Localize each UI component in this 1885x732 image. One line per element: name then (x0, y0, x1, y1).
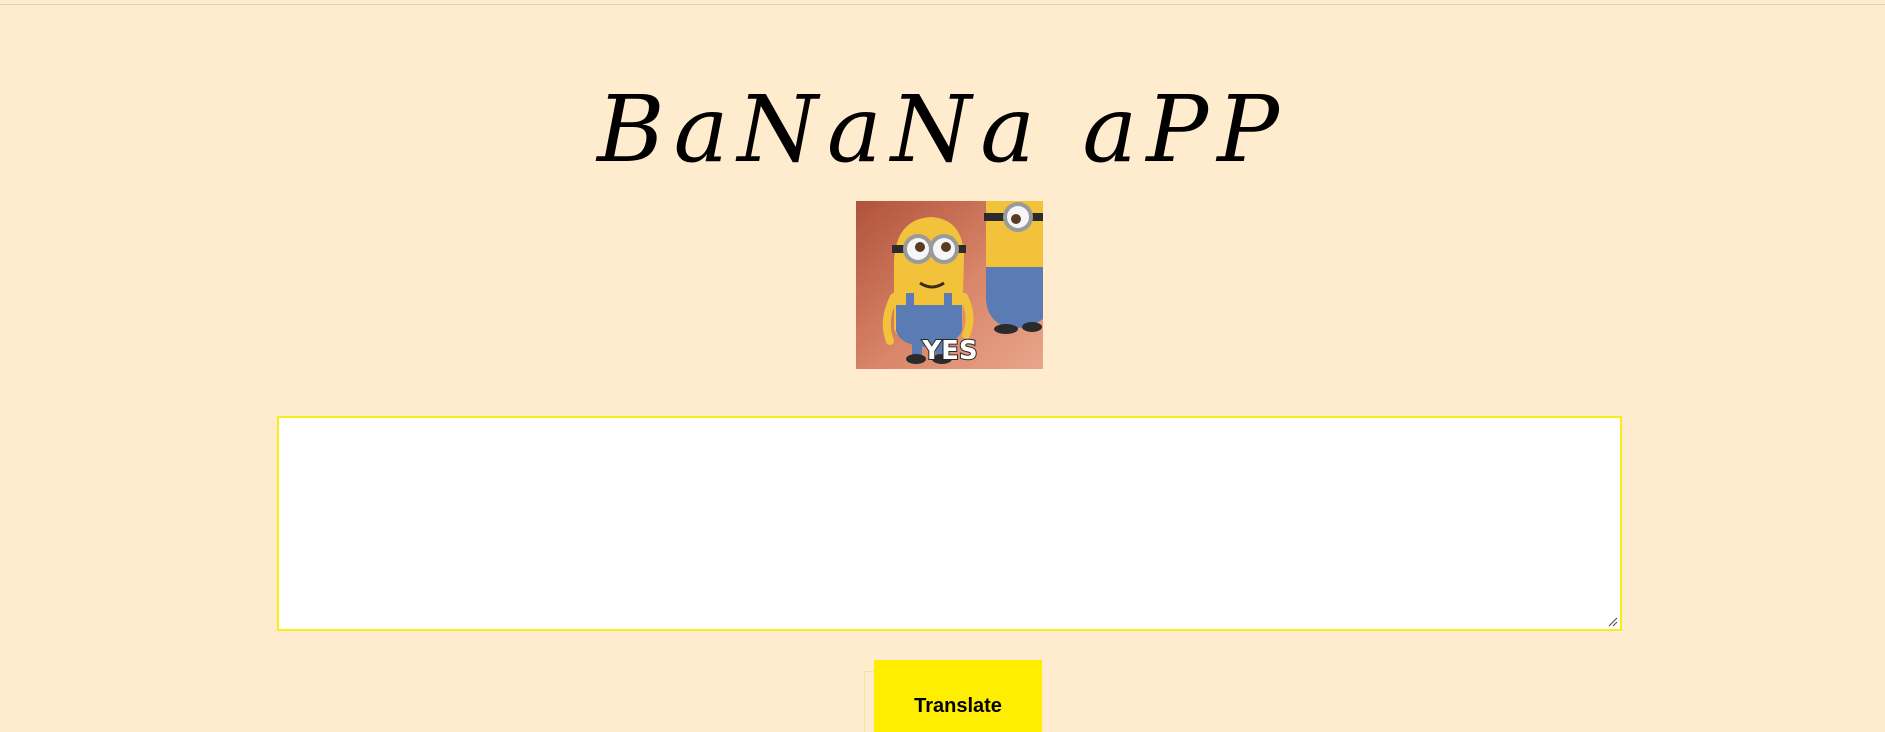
translate-button-label: Translate (914, 695, 1002, 717)
button-outline-top (864, 671, 874, 672)
page: BaNaNa aPP YES Translate (0, 0, 1885, 732)
translate-button[interactable]: Translate (874, 660, 1042, 732)
button-outline (864, 671, 865, 732)
page-title: BaNaNa aPP (596, 76, 1289, 183)
resize-grip-icon[interactable] (1606, 615, 1618, 627)
top-divider (0, 4, 1885, 5)
translation-input[interactable] (277, 416, 1622, 631)
minions-gif-image: YES (856, 201, 1043, 369)
gif-caption: YES (921, 336, 977, 366)
